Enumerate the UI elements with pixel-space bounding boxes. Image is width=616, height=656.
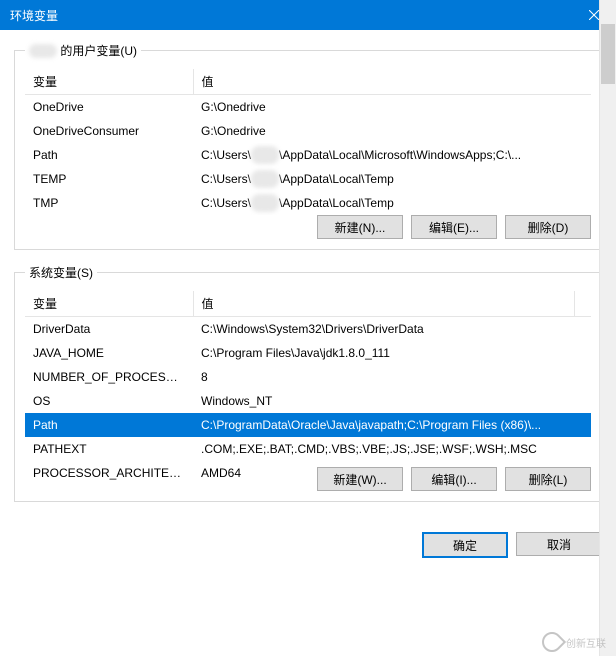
- dialog-footer: 确定 取消: [0, 526, 616, 558]
- cancel-button[interactable]: 取消: [516, 532, 602, 556]
- var-name: NUMBER_OF_PROCESSORS: [25, 365, 193, 389]
- user-vars-table[interactable]: 变量 值 OneDrive G:\Onedrive OneDriveConsum…: [25, 69, 591, 215]
- col-value[interactable]: 值: [193, 291, 574, 317]
- var-name: TMP: [25, 191, 193, 215]
- var-value: C:\ProgramData\Oracle\Java\javapath;C:\P…: [193, 413, 591, 437]
- var-name: JAVA_HOME: [25, 341, 193, 365]
- col-name[interactable]: 变量: [25, 69, 193, 95]
- system-vars-legend: 系统变量(S): [25, 264, 97, 281]
- var-value: G:\Onedrive: [193, 119, 591, 143]
- system-edit-button[interactable]: 编辑(I)...: [411, 467, 497, 491]
- var-value: C:\Users\xxxx\AppData\Local\Temp: [193, 167, 591, 191]
- system-vars-table-wrap: 变量 值 DriverData C:\Windows\System32\Driv…: [25, 291, 591, 467]
- username-redacted: xxxx: [29, 44, 57, 58]
- system-vars-table[interactable]: 变量 值 DriverData C:\Windows\System32\Driv…: [25, 291, 591, 485]
- table-row-selected[interactable]: Path C:\ProgramData\Oracle\Java\javapath…: [25, 413, 591, 437]
- var-value: 8: [193, 365, 591, 389]
- scrollbar[interactable]: [599, 0, 616, 656]
- var-name: OS: [25, 389, 193, 413]
- var-value: C:\Users\xxxx\AppData\Local\Microsoft\Wi…: [193, 143, 591, 167]
- col-name[interactable]: 变量: [25, 291, 193, 317]
- var-value: C:\Windows\System32\Drivers\DriverData: [193, 317, 591, 342]
- user-vars-group: xxxx 的用户变量(U) 变量 值 OneDrive G:\Onedrive: [14, 42, 602, 250]
- table-header-row: 变量 值: [25, 69, 591, 95]
- var-name: PROCESSOR_ARCHITECT...: [25, 461, 193, 485]
- table-row[interactable]: JAVA_HOME C:\Program Files\Java\jdk1.8.0…: [25, 341, 591, 365]
- user-delete-button[interactable]: 删除(D): [505, 215, 591, 239]
- var-name: DriverData: [25, 317, 193, 342]
- var-value: C:\Program Files\Java\jdk1.8.0_111: [193, 341, 591, 365]
- var-name: OneDriveConsumer: [25, 119, 193, 143]
- var-name: PATHEXT: [25, 437, 193, 461]
- table-row[interactable]: OneDrive G:\Onedrive: [25, 95, 591, 120]
- col-spacer: [574, 291, 591, 317]
- user-edit-button[interactable]: 编辑(E)...: [411, 215, 497, 239]
- user-vars-legend: xxxx 的用户变量(U): [25, 42, 141, 59]
- table-row[interactable]: OS Windows_NT: [25, 389, 591, 413]
- system-new-button[interactable]: 新建(W)...: [317, 467, 403, 491]
- var-value: Windows_NT: [193, 389, 591, 413]
- scroll-thumb[interactable]: [601, 24, 615, 84]
- table-row[interactable]: NUMBER_OF_PROCESSORS 8: [25, 365, 591, 389]
- table-row[interactable]: TEMP C:\Users\xxxx\AppData\Local\Temp: [25, 167, 591, 191]
- var-name: Path: [25, 413, 193, 437]
- table-row[interactable]: DriverData C:\Windows\System32\Drivers\D…: [25, 317, 591, 342]
- var-value: .COM;.EXE;.BAT;.CMD;.VBS;.VBE;.JS;.JSE;.…: [193, 437, 591, 461]
- table-header-row: 变量 值: [25, 291, 591, 317]
- user-new-button[interactable]: 新建(N)...: [317, 215, 403, 239]
- dialog-content: xxxx 的用户变量(U) 变量 值 OneDrive G:\Onedrive: [0, 30, 616, 526]
- system-vars-group: 系统变量(S) 变量 值 DriverData C:\Windows\Syste…: [14, 264, 602, 502]
- ok-button[interactable]: 确定: [422, 532, 508, 558]
- system-delete-button[interactable]: 删除(L): [505, 467, 591, 491]
- user-button-row: 新建(N)... 编辑(E)... 删除(D): [25, 215, 591, 239]
- table-row[interactable]: Path C:\Users\xxxx\AppData\Local\Microso…: [25, 143, 591, 167]
- var-name: Path: [25, 143, 193, 167]
- var-name: TEMP: [25, 167, 193, 191]
- var-value: G:\Onedrive: [193, 95, 591, 120]
- close-icon: [589, 10, 599, 20]
- user-vars-table-wrap: 变量 值 OneDrive G:\Onedrive OneDriveConsum…: [25, 69, 591, 215]
- var-name: OneDrive: [25, 95, 193, 120]
- table-row[interactable]: PATHEXT .COM;.EXE;.BAT;.CMD;.VBS;.VBE;.J…: [25, 437, 591, 461]
- table-row[interactable]: OneDriveConsumer G:\Onedrive: [25, 119, 591, 143]
- table-row[interactable]: TMP C:\Users\xxxx\AppData\Local\Temp: [25, 191, 591, 215]
- watermark-logo-icon: [538, 628, 566, 656]
- watermark: 创新互联: [542, 632, 606, 652]
- col-value[interactable]: 值: [193, 69, 591, 95]
- window-title: 环境变量: [10, 7, 606, 24]
- titlebar: 环境变量: [0, 0, 616, 30]
- var-value: C:\Users\xxxx\AppData\Local\Temp: [193, 191, 591, 215]
